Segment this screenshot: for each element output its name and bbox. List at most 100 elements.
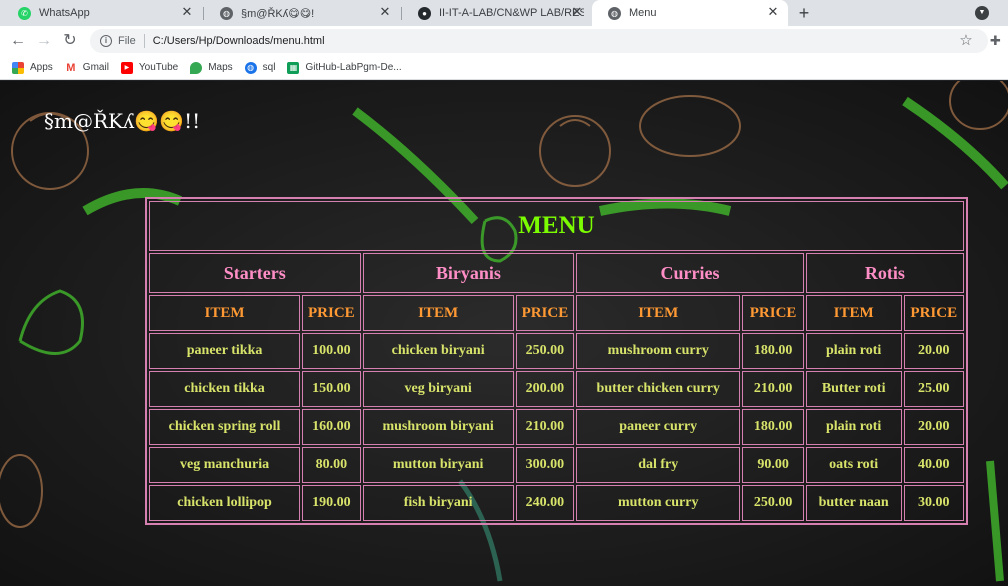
item-cell: paneer tikka <box>149 333 301 369</box>
table-row: chicken lollipop 190.00 fish biryani 240… <box>149 485 964 521</box>
tab-title: WhatsApp <box>39 7 90 19</box>
bookmark-maps[interactable]: Maps <box>190 61 233 74</box>
price-cell: 190.00 <box>302 485 361 521</box>
globe-icon: ◍ <box>244 61 257 74</box>
tab-github[interactable]: ● II-IT-A-LAB/CN&WP LAB/RESTAU ✕ <box>402 0 592 26</box>
whatsapp-icon: ✆ <box>18 6 31 20</box>
item-cell: plain roti <box>805 333 902 369</box>
bookmark-label: Apps <box>30 62 53 73</box>
youtube-icon: ▶ <box>120 61 133 74</box>
price-column-header: PRICE <box>515 295 575 331</box>
item-cell: paneer curry <box>576 409 741 445</box>
close-tab-icon[interactable]: ✕ <box>180 5 194 19</box>
item-cell: veg biryani <box>362 371 514 407</box>
price-cell: 30.00 <box>903 485 964 521</box>
reload-button[interactable]: ↻ <box>60 31 80 51</box>
bookmark-star-icon[interactable]: ☆ <box>958 31 974 51</box>
close-tab-icon[interactable]: ✕ <box>378 5 392 19</box>
price-cell: 210.00 <box>742 371 804 407</box>
tab-strip: ✆ WhatsApp ✕ ◍ §m@ŘKʎ😋😋! ✕ ● II-IT-A-LAB… <box>0 0 1008 26</box>
item-column-header: ITEM <box>805 295 902 331</box>
item-cell: chicken biryani <box>362 333 514 369</box>
forward-button[interactable]: → <box>34 31 54 51</box>
item-cell: mushroom biryani <box>362 409 514 445</box>
apps-grid-icon <box>12 61 24 74</box>
tab-search-icon[interactable]: ▼ <box>975 6 989 20</box>
address-bar[interactable]: i File C:/Users/Hp/Downloads/menu.html <box>90 29 988 53</box>
price-cell: 90.00 <box>742 447 804 483</box>
bookmark-label: Maps <box>208 62 233 73</box>
site-brand: §m@ŘKʎ😋😋!! <box>44 109 201 133</box>
bookmark-label: Gmail <box>82 62 109 73</box>
table-row: chicken tikka 150.00 veg biryani 200.00 … <box>149 371 964 407</box>
price-cell: 240.00 <box>515 485 575 521</box>
category-curries: Curries <box>576 253 804 293</box>
address-url[interactable]: C:/Users/Hp/Downloads/menu.html <box>153 35 325 47</box>
globe-icon: ◍ <box>220 6 233 20</box>
bookmark-sql[interactable]: ◍ sql <box>244 61 276 74</box>
tab-title: Menu <box>629 7 657 19</box>
bookmark-label: GitHub-LabPgm-De... <box>305 62 402 73</box>
item-cell: fish biryani <box>362 485 514 521</box>
gmail-icon: M <box>64 61 77 74</box>
category-rotis: Rotis <box>805 253 964 293</box>
item-cell: chicken spring roll <box>149 409 301 445</box>
item-cell: mutton curry <box>576 485 741 521</box>
bookmark-apps[interactable]: Apps <box>12 61 53 74</box>
price-cell: 20.00 <box>903 409 964 445</box>
item-cell: oats roti <box>805 447 902 483</box>
maps-icon <box>190 61 203 74</box>
price-cell: 100.00 <box>302 333 361 369</box>
tab-whatsapp[interactable]: ✆ WhatsApp ✕ <box>2 0 202 26</box>
bookmark-youtube[interactable]: ▶ YouTube <box>120 61 179 74</box>
item-cell: plain roti <box>805 409 902 445</box>
table-row: veg manchuria 80.00 mutton biryani 300.0… <box>149 447 964 483</box>
price-cell: 200.00 <box>515 371 575 407</box>
price-cell: 300.00 <box>515 447 575 483</box>
item-cell: mushroom curry <box>576 333 741 369</box>
category-starters: Starters <box>149 253 361 293</box>
price-cell: 180.00 <box>742 409 804 445</box>
item-cell: Butter roti <box>805 371 902 407</box>
item-cell: dal fry <box>576 447 741 483</box>
item-cell: chicken lollipop <box>149 485 301 521</box>
globe-icon: ◍ <box>608 6 621 20</box>
price-cell: 210.00 <box>515 409 575 445</box>
back-button[interactable]: ← <box>8 31 28 51</box>
sheets-icon: ▦ <box>287 61 300 74</box>
item-cell: veg manchuria <box>149 447 301 483</box>
item-cell: chicken tikka <box>149 371 301 407</box>
bookmark-gmail[interactable]: M Gmail <box>64 61 109 74</box>
price-column-header: PRICE <box>903 295 964 331</box>
price-column-header: PRICE <box>302 295 361 331</box>
bookmarks-bar: Apps M Gmail ▶ YouTube Maps ◍ sql ▦ GitH… <box>0 56 1008 80</box>
price-cell: 250.00 <box>742 485 804 521</box>
menu-caption: MENU <box>149 201 964 251</box>
browser-toolbar: ← → ↻ i File C:/Users/Hp/Downloads/menu.… <box>0 26 1008 56</box>
new-tab-button[interactable]: + <box>794 3 814 23</box>
info-icon[interactable]: i <box>100 35 112 47</box>
price-cell: 160.00 <box>302 409 361 445</box>
close-tab-icon[interactable]: ✕ <box>766 5 780 19</box>
menu-table: MENU Starters Biryanis Curries Rotis ITE… <box>145 197 968 525</box>
tab-menu[interactable]: ◍ Menu ✕ <box>592 0 788 26</box>
item-cell: butter naan <box>805 485 902 521</box>
price-cell: 40.00 <box>903 447 964 483</box>
bookmark-github-labpgm[interactable]: ▦ GitHub-LabPgm-De... <box>287 61 402 74</box>
bookmark-label: YouTube <box>138 62 179 73</box>
item-column-header: ITEM <box>362 295 514 331</box>
price-cell: 150.00 <box>302 371 361 407</box>
tab-title: II-IT-A-LAB/CN&WP LAB/RESTAU <box>439 7 584 19</box>
item-cell: butter chicken curry <box>576 371 741 407</box>
item-column-header: ITEM <box>149 295 301 331</box>
extensions-icon[interactable]: ✚ <box>990 32 1004 50</box>
price-column-header: PRICE <box>742 295 804 331</box>
price-cell: 80.00 <box>302 447 361 483</box>
close-tab-icon[interactable]: ✕ <box>570 5 584 19</box>
item-column-header: ITEM <box>576 295 741 331</box>
category-biryanis: Biryanis <box>362 253 575 293</box>
table-row: paneer tikka 100.00 chicken biryani 250.… <box>149 333 964 369</box>
bookmark-label: sql <box>262 62 276 73</box>
tab-profile[interactable]: ◍ §m@ŘKʎ😋😋! ✕ <box>204 0 400 26</box>
github-icon: ● <box>418 6 431 20</box>
